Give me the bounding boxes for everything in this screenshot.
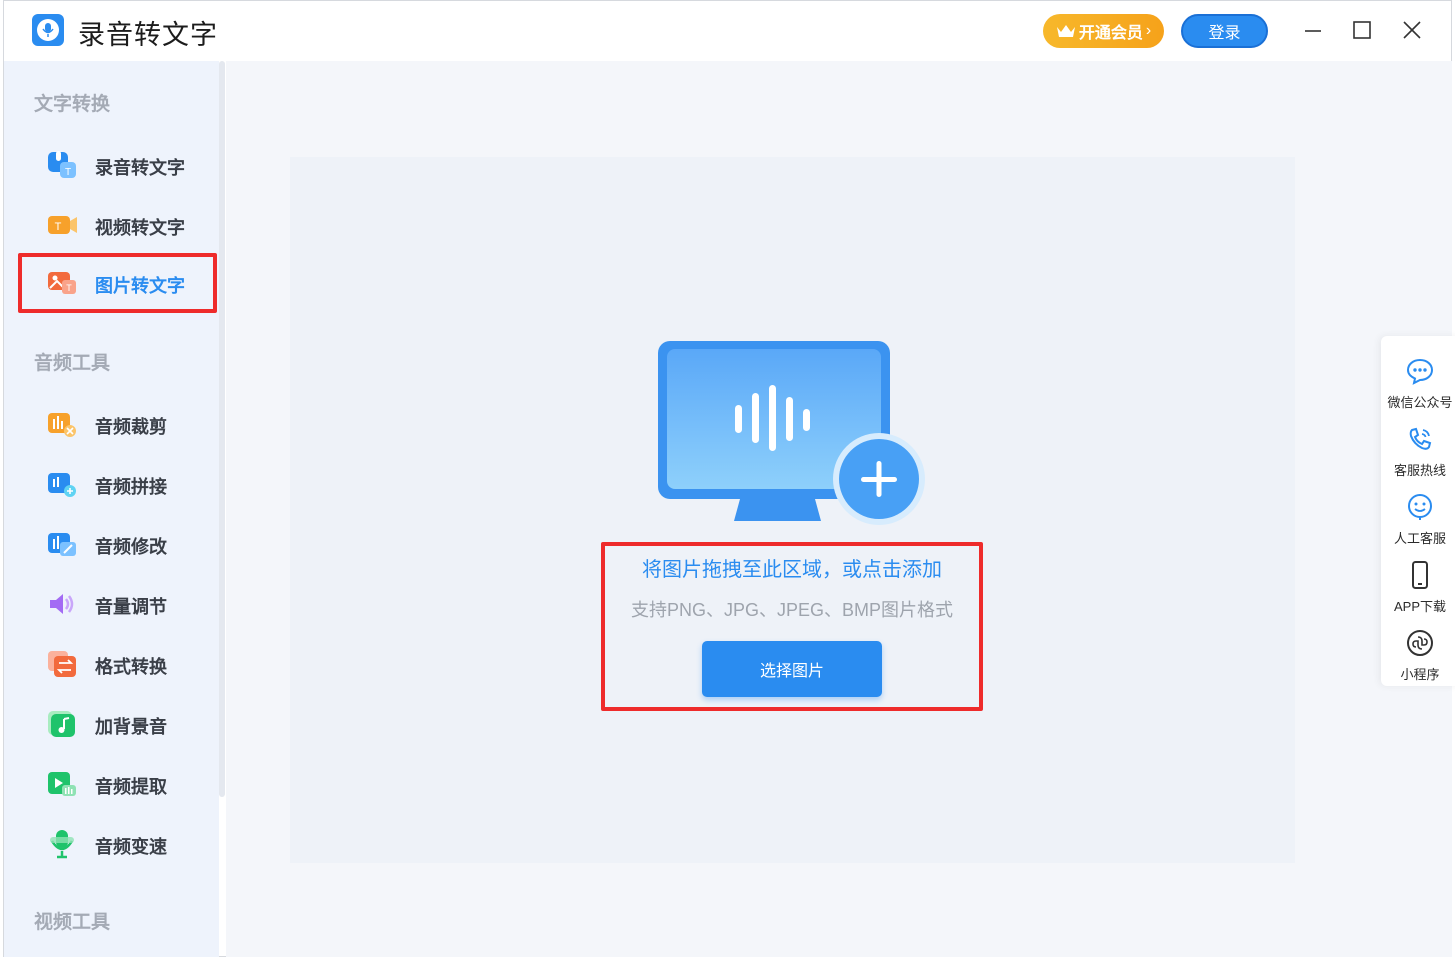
- sidebar-item-audio-edit[interactable]: 音频修改: [18, 514, 217, 574]
- sidebar-item-video-to-text[interactable]: T 视频转文字: [18, 195, 217, 255]
- sidebar-item-label: 音频变速: [95, 837, 167, 857]
- volume-icon: [50, 594, 74, 614]
- floating-service-bar: 微信公众号 客服热线 人工客服 APP下载 小程序: [1381, 336, 1455, 686]
- sidebar-item-label: 音频修改: [95, 537, 167, 557]
- float-item-app-download[interactable]: APP下载: [1381, 550, 1455, 618]
- svg-text:T: T: [55, 221, 62, 233]
- sidebar-item-label: 音频拼接: [95, 477, 167, 497]
- audio-cut-icon: [48, 413, 76, 437]
- float-item-agent[interactable]: 人工客服: [1381, 482, 1455, 550]
- maximize-button[interactable]: [1347, 15, 1377, 45]
- video-to-text-icon: T: [48, 216, 77, 234]
- float-item-mini-program[interactable]: 小程序: [1381, 618, 1455, 686]
- float-item-label: APP下载: [1393, 599, 1446, 614]
- highlight-annotation: [601, 542, 983, 711]
- float-item-hotline[interactable]: 客服热线: [1381, 414, 1455, 482]
- mini-program-icon: [1407, 630, 1433, 656]
- audio-speed-icon: [50, 830, 74, 859]
- vip-button[interactable]: 开通会员 ›: [1043, 14, 1164, 48]
- sidebar-item-audio-join[interactable]: 音频拼接: [18, 454, 217, 514]
- app-window: 录音转文字 开通会员 › 登录 文字转换 T 录音转文字 T 视频转文字 T 图…: [3, 0, 1455, 957]
- section-title-video-tools: 视频工具: [34, 912, 111, 933]
- background-music-icon: [48, 711, 75, 737]
- sidebar-item-label: 音量调节: [95, 597, 167, 617]
- sidebar-item-audio-speed[interactable]: 音频变速: [18, 814, 217, 874]
- audio-join-icon: [48, 473, 76, 497]
- wechat-icon: [1406, 358, 1434, 385]
- format-convert-icon: [48, 651, 76, 677]
- close-button[interactable]: [1397, 15, 1427, 45]
- float-item-wechat[interactable]: 微信公众号: [1381, 346, 1455, 414]
- title-bar: 录音转文字 开通会员 › 登录: [4, 1, 1451, 61]
- sidebar-item-background-music[interactable]: 加背景音: [18, 694, 217, 754]
- maximize-icon: [1353, 21, 1371, 39]
- float-item-label: 人工客服: [1393, 531, 1446, 546]
- sidebar-item-audio-extract[interactable]: 音频提取: [18, 754, 217, 814]
- hotline-icon: [1409, 427, 1432, 450]
- sidebar-item-label: 格式转换: [95, 657, 167, 677]
- phone-icon: [1412, 561, 1428, 589]
- sidebar-item-image-to-text[interactable]: T 图片转文字: [18, 253, 217, 313]
- audio-extract-icon: [48, 772, 76, 796]
- float-item-label: 微信公众号: [1387, 395, 1453, 410]
- sidebar-item-label: 音频裁剪: [95, 417, 167, 437]
- monitor-upload-illustration: [658, 341, 925, 525]
- svg-text:T: T: [66, 283, 72, 293]
- close-icon: [1403, 21, 1421, 39]
- sidebar-item-audio-cut[interactable]: 音频裁剪: [18, 394, 217, 454]
- vip-label: 开通会员: [1078, 25, 1143, 42]
- sidebar-item-label: 录音转文字: [95, 158, 185, 178]
- svg-text:T: T: [65, 167, 71, 178]
- sidebar-scrollbar[interactable]: [219, 61, 225, 797]
- minimize-button[interactable]: [1298, 15, 1328, 45]
- image-to-text-icon: T: [48, 272, 76, 294]
- float-item-label: 小程序: [1400, 667, 1440, 682]
- sidebar-item-label: 视频转文字: [95, 218, 185, 238]
- crown-icon: [1056, 25, 1075, 37]
- float-item-label: 客服热线: [1393, 463, 1446, 478]
- sidebar-item-label: 音频提取: [95, 777, 167, 797]
- app-logo-icon: [32, 14, 64, 46]
- minimize-icon: [1305, 30, 1321, 32]
- agent-icon: [1408, 494, 1432, 520]
- sidebar: 文字转换 T 录音转文字 T 视频转文字 T 图片转文字 音频工具 音频裁剪 音…: [4, 61, 219, 957]
- section-title-text-convert: 文字转换: [34, 94, 111, 115]
- sidebar-item-record-to-text[interactable]: T 录音转文字: [18, 135, 217, 195]
- sidebar-item-volume[interactable]: 音量调节: [18, 574, 217, 634]
- sidebar-item-label: 图片转文字: [95, 276, 185, 296]
- chevron-right-icon: ›: [1145, 22, 1152, 39]
- login-button[interactable]: 登录: [1181, 14, 1268, 48]
- audio-edit-icon: [48, 533, 76, 556]
- app-title: 录音转文字: [78, 20, 218, 50]
- section-title-audio-tools: 音频工具: [34, 353, 111, 374]
- record-to-text-icon: T: [48, 151, 76, 178]
- sidebar-item-format-convert[interactable]: 格式转换: [18, 634, 217, 694]
- sidebar-item-label: 加背景音: [95, 717, 167, 737]
